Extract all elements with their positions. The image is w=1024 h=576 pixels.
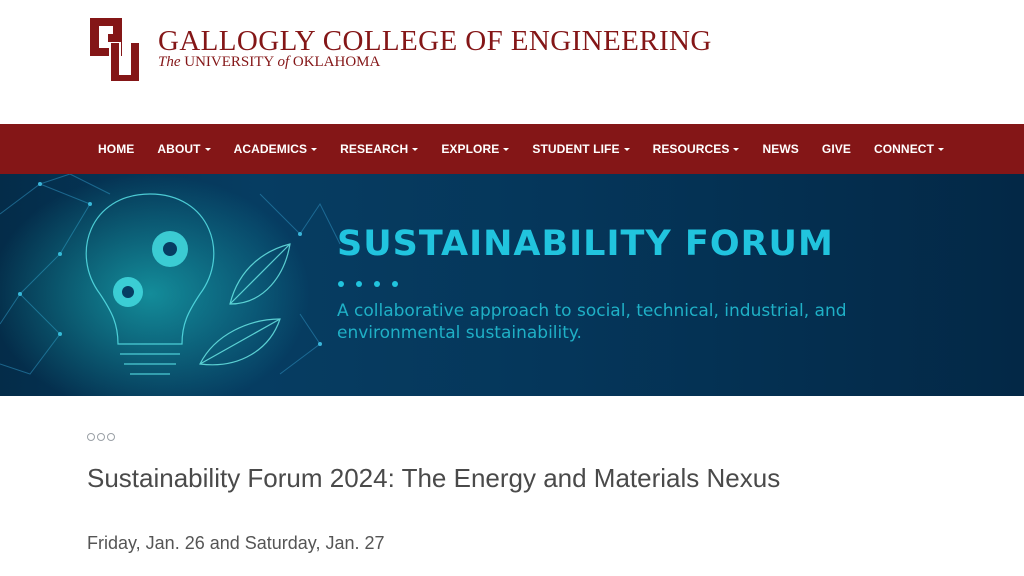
nav-item-label: HOME [98,142,135,156]
nav-item-home[interactable]: HOME [98,142,134,156]
nav-item-academics[interactable]: ACADEMICS [234,142,318,156]
dot [338,281,344,287]
nav-item-news[interactable]: NEWS [762,142,798,156]
nav-item-label: CONNECT [873,142,935,156]
dot [392,281,398,287]
nav-item-student-life[interactable]: STUDENT LIFE [532,142,630,156]
caret-down-icon [204,147,211,151]
banner-dots [338,281,410,287]
caret-down-icon [938,147,945,151]
nav-item-resources[interactable]: RESOURCES [653,142,740,156]
nav-list: HOME ABOUT ACADEMICS RESEARCH EXPLORE STUDENT… [98,124,967,174]
university-name: The UNIVERSITY of OKLAHOMA [158,54,380,70]
university-of: of [277,54,290,70]
hero-banner: SUSTAINABILITY FORUM A collaborative app… [0,174,1024,396]
university-mid: UNIVERSITY [184,54,274,70]
nav-item-research[interactable]: RESEARCH [340,142,419,156]
caret-down-icon [412,147,419,151]
dot [374,281,380,287]
breadcrumb-dot [107,433,115,441]
nav-item-explore[interactable]: EXPLORE [441,142,510,156]
breadcrumb[interactable] [87,433,117,441]
page-title: Sustainability Forum 2024: The Energy an… [87,463,781,493]
caret-down-icon [623,147,630,151]
nav-item-label: RESEARCH [340,142,409,156]
university-state: OKLAHOMA [292,54,381,70]
caret-down-icon [311,147,318,151]
nav-item-give[interactable]: GIVE [822,142,851,156]
nav-item-label: EXPLORE [441,142,500,156]
caret-down-icon [733,147,740,151]
breadcrumb-dot [97,433,105,441]
nav-item-about[interactable]: ABOUT [157,142,211,156]
banner-subtitle: A collaborative approach to social, tech… [337,301,847,343]
nav-item-label: RESOURCES [652,142,730,156]
banner-title: SUSTAINABILITY FORUM [337,224,834,264]
nav-item-connect[interactable]: CONNECT [873,142,945,156]
ou-logo-icon[interactable] [86,12,148,90]
university-prefix: The [158,54,181,70]
lightbulb-illustration-icon [0,174,341,396]
breadcrumb-dot [87,433,95,441]
college-name[interactable]: GALLOGLY COLLEGE OF ENGINEERING [158,26,712,56]
nav-item-label: NEWS [762,142,799,156]
caret-down-icon [503,147,510,151]
main-nav: HOME ABOUT ACADEMICS RESEARCH EXPLORE STUDENT… [0,124,1024,174]
nav-item-label: ABOUT [157,142,201,156]
site-header: GALLOGLY COLLEGE OF ENGINEERING The UNIV… [0,0,1024,124]
nav-item-label: STUDENT LIFE [532,142,620,156]
nav-item-label: ACADEMICS [233,142,308,156]
nav-item-label: GIVE [821,142,851,156]
dot [356,281,362,287]
event-date: Friday, Jan. 26 and Saturday, Jan. 27 [87,533,385,553]
